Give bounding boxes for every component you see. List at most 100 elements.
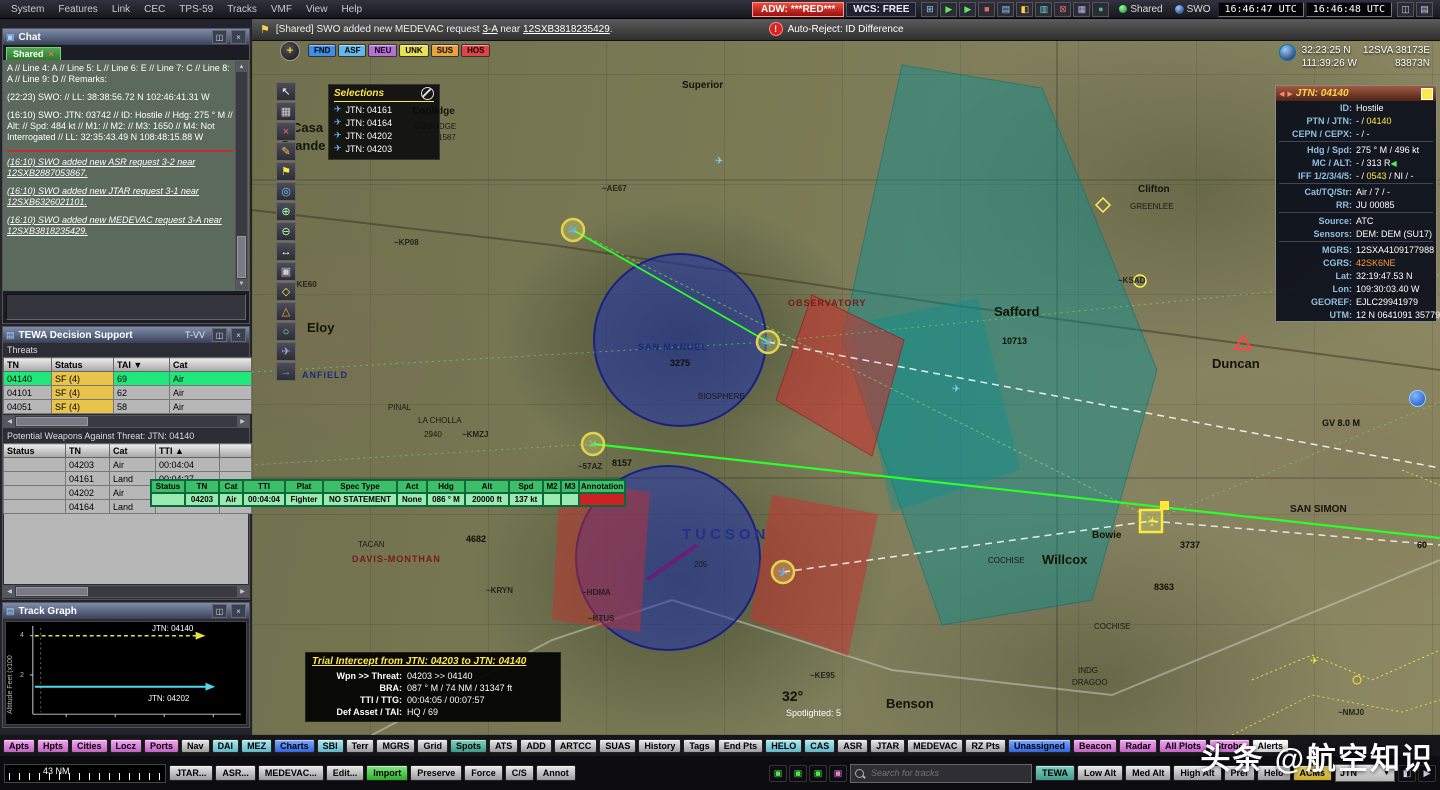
popup-data-row[interactable]: 04203 Air 00:04:04 Fighter NO STATEMENT … (151, 493, 625, 506)
map-tool-button[interactable]: ⊕ (276, 202, 296, 221)
layer-toggle-button[interactable]: MEDEVAC (907, 739, 963, 753)
menu-item[interactable]: TPS-59 (172, 3, 220, 16)
air-track-icon[interactable]: ✈ (715, 156, 723, 167)
column-header[interactable]: TTI ▲ (156, 444, 220, 458)
scroll-right-icon[interactable]: ▶ (237, 586, 248, 597)
cell-tai[interactable]: 58 (114, 400, 170, 414)
cell-tti[interactable]: 00:04:04 (156, 458, 220, 472)
map-tool-button[interactable]: ○ (276, 322, 296, 341)
scroll-thumb[interactable] (16, 417, 88, 426)
chat-scrollbar[interactable]: ▲ ▼ (235, 61, 248, 290)
cell-tai[interactable]: 69 (114, 372, 170, 386)
selection-item[interactable]: ✈ JTN: 04203 (334, 143, 434, 154)
cell-status[interactable] (4, 500, 66, 514)
column-header[interactable] (220, 444, 252, 458)
layer-toggle-button[interactable]: End Pts (718, 739, 764, 753)
scroll-left-icon[interactable]: ◀ (4, 586, 15, 597)
cell-extra[interactable] (220, 458, 252, 472)
next-track-icon[interactable]: ▶ (1287, 90, 1292, 98)
map-tool-button[interactable]: △ (276, 302, 296, 321)
scroll-left-icon[interactable]: ◀ (4, 416, 15, 427)
scroll-right-icon[interactable]: ▶ (237, 416, 248, 427)
unknown-track-circle[interactable] (1134, 275, 1146, 287)
layer-toggle-button[interactable]: SBI (317, 739, 344, 753)
cell-status[interactable]: SF (4) (52, 372, 114, 386)
threats-hscrollbar[interactable]: ◀ ▶ (3, 415, 249, 428)
display-icon-button[interactable]: ▣ (829, 765, 847, 782)
chat-tab-shared[interactable]: Shared × (6, 47, 61, 60)
tab-close-icon[interactable]: × (49, 49, 54, 59)
layer-toggle-button[interactable]: Hpts (37, 739, 69, 753)
menu-item[interactable]: Help (334, 3, 369, 16)
menubar-status-icon[interactable]: ▶ (959, 2, 976, 17)
cell-tn[interactable]: 04164 (66, 500, 110, 514)
filter-toggle-button[interactable]: Low Alt (1077, 765, 1123, 781)
track-search-box[interactable] (850, 764, 1032, 783)
layer-toggle-button[interactable]: JTAR (870, 739, 905, 753)
layer-toggle-button[interactable]: ARTCC (554, 739, 598, 753)
track-info-title-bar[interactable]: ◀ ▶ JTN: 04140 (1276, 86, 1436, 101)
scroll-thumb[interactable] (16, 587, 88, 596)
filter-toggle-button[interactable]: TEWA (1035, 765, 1075, 781)
layer-toggle-button[interactable]: History (638, 739, 681, 753)
air-track-icon[interactable]: ✈ (952, 384, 960, 395)
action-button[interactable]: MEDEVAC... (258, 765, 324, 781)
air-track-icon[interactable]: ✈ (1310, 656, 1318, 667)
selection-item[interactable]: ✈ JTN: 04161 (334, 104, 434, 115)
layer-toggle-button[interactable]: Charts (274, 739, 315, 753)
track-dot[interactable] (1353, 676, 1361, 684)
menubar-status-icon[interactable]: ● (1092, 2, 1109, 17)
cell-cat[interactable]: Air (170, 400, 252, 414)
layer-toggle-button[interactable]: Grid (417, 739, 448, 753)
table-row[interactable]: 04203 Air 00:04:04 (4, 458, 252, 472)
track-symbol-04161[interactable]: ✈ (562, 219, 584, 241)
map-tool-button[interactable]: ✎ (276, 142, 296, 161)
column-header[interactable]: Status (52, 358, 114, 372)
menubar-status-icon[interactable]: ▤ (997, 2, 1014, 17)
track-symbol-04203[interactable]: ✈ (582, 433, 604, 455)
classify-button[interactable]: HOS (461, 44, 490, 57)
map-tool-button[interactable]: ⊖ (276, 222, 296, 241)
cell-status[interactable] (4, 486, 66, 500)
map-tool-button[interactable]: ↖ (276, 82, 296, 101)
close-icon[interactable]: × (231, 30, 246, 44)
scroll-up-icon[interactable]: ▲ (236, 62, 247, 72)
layer-toggle-button[interactable]: Tags (683, 739, 715, 753)
scroll-track[interactable] (89, 586, 237, 597)
cell-tai[interactable]: 62 (114, 386, 170, 400)
close-icon[interactable]: × (231, 328, 246, 342)
layer-toggle-button[interactable]: MGRS (376, 739, 415, 753)
prev-track-icon[interactable]: ◀ (1279, 90, 1284, 98)
table-row[interactable]: 04051 SF (4) 58 Air (4, 400, 252, 414)
selection-item[interactable]: ✈ JTN: 04164 (334, 117, 434, 128)
classify-button[interactable]: UNK (399, 44, 428, 57)
menubar-status-icon[interactable]: ▥ (1035, 2, 1052, 17)
classify-button[interactable]: SUS (431, 44, 459, 57)
menu-item[interactable]: Features (51, 3, 104, 16)
menu-item[interactable]: Link (105, 3, 137, 16)
layer-toggle-button[interactable]: ASR (837, 739, 868, 753)
layer-toggle-button[interactable]: RZ Pts (965, 739, 1006, 753)
menu-item[interactable]: CEC (137, 3, 172, 16)
pin-icon[interactable]: ◫ (212, 604, 227, 618)
cell-cat[interactable]: Land (110, 472, 156, 486)
map-tool-button[interactable]: ◎ (276, 182, 296, 201)
table-row[interactable]: 04101 SF (4) 62 Air (4, 386, 252, 400)
cell-cat[interactable]: Land (110, 500, 156, 514)
menubar-status-icon[interactable]: ⊠ (1054, 2, 1071, 17)
layer-toggle-button[interactable]: Nav (181, 739, 210, 753)
compass-icon[interactable]: + (280, 41, 300, 61)
layer-toggle-button[interactable]: Radar (1119, 739, 1157, 753)
action-button[interactable]: Import (366, 765, 408, 781)
cell-status[interactable]: SF (4) (52, 386, 114, 400)
menu-item[interactable]: System (4, 3, 51, 16)
altitude-graph-plot[interactable]: 4 2 JTN: 04140 JTN: 04202 Altitude Feet … (5, 621, 247, 725)
menubar-status-icon[interactable]: ⊞ (921, 2, 938, 17)
menu-item[interactable]: VMF (264, 3, 299, 16)
table-row[interactable]: 04140 SF (4) 69 Air (4, 372, 252, 386)
cell-cat[interactable]: Air (110, 486, 156, 500)
column-header[interactable]: TN (66, 444, 110, 458)
cell-tn[interactable]: 04051 (4, 400, 52, 414)
classify-button[interactable]: NEU (368, 44, 397, 57)
layer-toggle-button[interactable]: HELO (765, 739, 802, 753)
